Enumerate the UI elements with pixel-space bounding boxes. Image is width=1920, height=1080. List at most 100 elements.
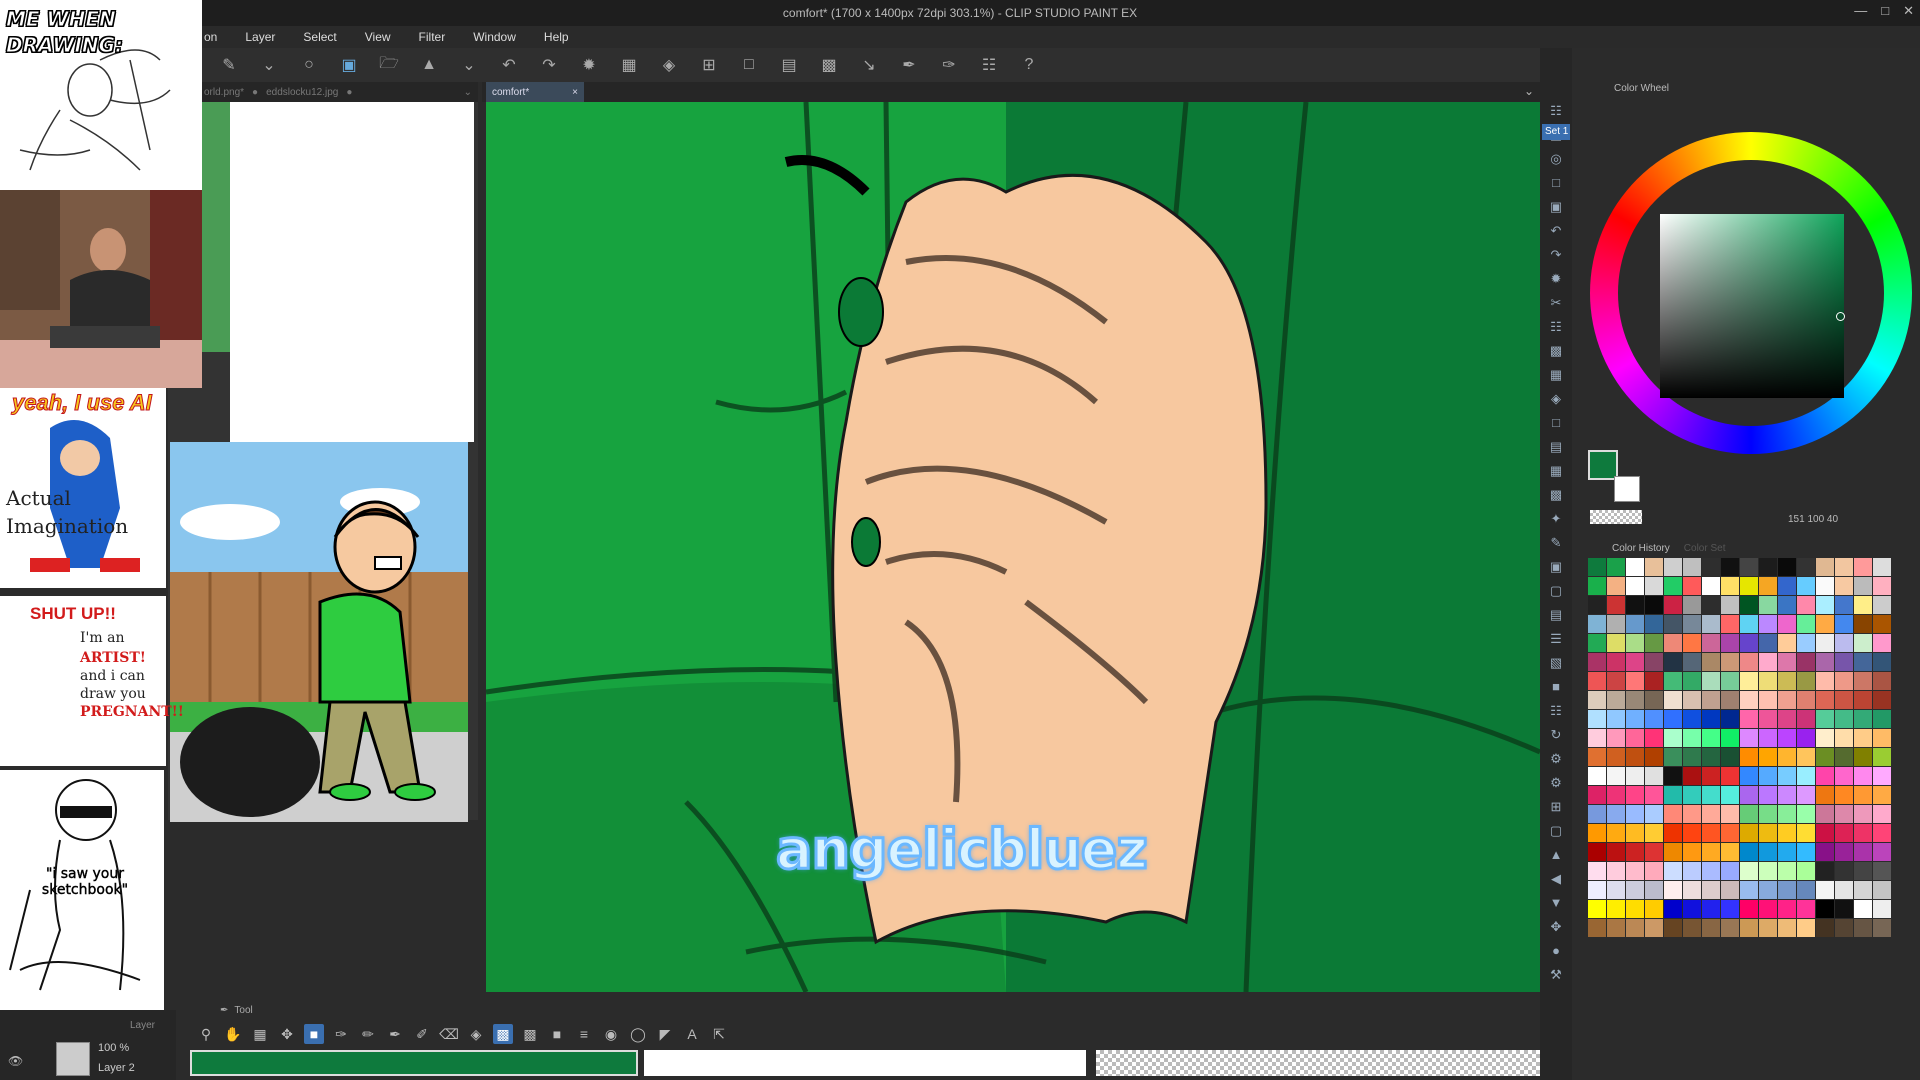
color-history-swatch[interactable]: [1835, 748, 1853, 766]
color-history-swatch[interactable]: [1721, 615, 1739, 633]
color-history-swatch[interactable]: [1816, 653, 1834, 671]
color-history-swatch[interactable]: [1664, 691, 1682, 709]
color-history-swatch[interactable]: [1854, 843, 1872, 861]
color-history-swatch[interactable]: [1835, 824, 1853, 842]
color-history-swatch[interactable]: [1683, 786, 1701, 804]
color-history-swatch[interactable]: [1664, 596, 1682, 614]
color-history-swatch[interactable]: [1626, 729, 1644, 747]
color-history-swatch[interactable]: [1854, 748, 1872, 766]
color-history-swatch[interactable]: [1873, 748, 1891, 766]
set-tab[interactable]: Set 1: [1542, 124, 1570, 140]
color-history-swatch[interactable]: [1683, 672, 1701, 690]
color-history-swatch[interactable]: [1607, 881, 1625, 899]
color-history-swatch[interactable]: [1759, 710, 1777, 728]
move-icon[interactable]: ✥: [277, 1024, 297, 1044]
tab-close-dot[interactable]: ●: [252, 87, 258, 98]
color-history-swatch[interactable]: [1873, 729, 1891, 747]
color-history-swatch[interactable]: [1721, 653, 1739, 671]
color-history-swatch[interactable]: [1797, 672, 1815, 690]
color-history-swatch[interactable]: [1816, 786, 1834, 804]
menu-view[interactable]: View: [351, 30, 405, 44]
color-history-swatch[interactable]: [1645, 577, 1663, 595]
color-history-swatch[interactable]: [1721, 596, 1739, 614]
color-history-swatch[interactable]: [1626, 710, 1644, 728]
color-history-swatch[interactable]: [1835, 596, 1853, 614]
color-history-swatch[interactable]: [1607, 672, 1625, 690]
edit-icon[interactable]: ✎: [1546, 534, 1566, 552]
fill-icon[interactable]: ◈: [466, 1024, 486, 1044]
color-history-swatch[interactable]: [1588, 805, 1606, 823]
color-history-swatch[interactable]: [1626, 786, 1644, 804]
tab-comfort[interactable]: comfort* ×: [486, 82, 584, 102]
color-history-swatch[interactable]: [1664, 748, 1682, 766]
color-history-swatch[interactable]: [1588, 786, 1606, 804]
color-history-swatch[interactable]: [1854, 786, 1872, 804]
color-history-swatch[interactable]: [1740, 900, 1758, 918]
color-history-swatch[interactable]: [1721, 862, 1739, 880]
color-history-swatch[interactable]: [1607, 596, 1625, 614]
color-history-swatch[interactable]: [1854, 862, 1872, 880]
color-history-swatch[interactable]: [1683, 824, 1701, 842]
color-history-swatch[interactable]: [1721, 786, 1739, 804]
color-history-swatch[interactable]: [1588, 900, 1606, 918]
color-history-swatch[interactable]: [1835, 691, 1853, 709]
circle-icon[interactable]: ●: [1546, 942, 1566, 960]
color-marker[interactable]: [1836, 312, 1845, 321]
color-history-swatch[interactable]: [1778, 805, 1796, 823]
palette-icon[interactable]: ☷: [1546, 102, 1566, 120]
color-history-swatch[interactable]: [1740, 615, 1758, 633]
color-history-swatch[interactable]: [1664, 862, 1682, 880]
airbrush-icon[interactable]: ✐: [412, 1024, 432, 1044]
color-history-swatch[interactable]: [1797, 653, 1815, 671]
color-history-swatch[interactable]: [1645, 748, 1663, 766]
color-history-swatch[interactable]: [1816, 691, 1834, 709]
color-history-swatch[interactable]: [1740, 729, 1758, 747]
color-history-swatch[interactable]: [1873, 577, 1891, 595]
color-history-swatch[interactable]: [1664, 634, 1682, 652]
layer-thumbnail[interactable]: [56, 1042, 90, 1076]
color-history-swatch[interactable]: [1607, 577, 1625, 595]
color-history-swatch[interactable]: [1702, 767, 1720, 785]
color-history-swatch[interactable]: [1835, 919, 1853, 937]
color-history-swatch[interactable]: [1626, 862, 1644, 880]
color-history-swatch[interactable]: [1854, 634, 1872, 652]
color-history-swatch[interactable]: [1797, 748, 1815, 766]
color-history-swatch[interactable]: [1626, 596, 1644, 614]
frame-icon[interactable]: ≡: [574, 1024, 594, 1044]
color-history-swatch[interactable]: [1759, 577, 1777, 595]
color-history-swatch[interactable]: [1645, 862, 1663, 880]
color-history-swatch[interactable]: [1588, 919, 1606, 937]
color-history-swatch[interactable]: [1854, 919, 1872, 937]
chevron-down-icon[interactable]: ⌄: [464, 87, 472, 98]
color-history-swatch[interactable]: [1607, 843, 1625, 861]
color-history-swatch[interactable]: [1759, 881, 1777, 899]
color-history-swatch[interactable]: [1645, 786, 1663, 804]
color-history-swatch[interactable]: [1816, 900, 1834, 918]
color-history-swatch[interactable]: [1835, 843, 1853, 861]
color-history-swatch[interactable]: [1873, 558, 1891, 576]
help-icon[interactable]: ?: [1012, 52, 1046, 78]
color-history-swatch[interactable]: [1835, 577, 1853, 595]
color-history-swatch[interactable]: [1626, 919, 1644, 937]
color-history-swatch[interactable]: [1607, 748, 1625, 766]
color-history-swatch[interactable]: [1607, 710, 1625, 728]
color-history-swatch[interactable]: [1873, 843, 1891, 861]
selection-fill-icon[interactable]: ▤: [772, 52, 806, 78]
color-history-swatch[interactable]: [1702, 634, 1720, 652]
color-history-swatch[interactable]: [1854, 900, 1872, 918]
color-history-swatch[interactable]: [1835, 558, 1853, 576]
layer-name[interactable]: Layer 2: [98, 1062, 135, 1074]
color-history-swatch[interactable]: [1607, 634, 1625, 652]
color-history-swatch[interactable]: [1588, 767, 1606, 785]
saturation-value-square[interactable]: [1660, 214, 1844, 398]
gear-icon[interactable]: ⚙: [1546, 750, 1566, 768]
color-history-swatch[interactable]: [1816, 862, 1834, 880]
color-history-swatch[interactable]: [1854, 691, 1872, 709]
window-icon[interactable]: □: [1546, 174, 1566, 192]
color-history-swatch[interactable]: [1740, 634, 1758, 652]
color-history-swatch[interactable]: [1816, 596, 1834, 614]
book-icon[interactable]: ☷: [972, 52, 1006, 78]
color-history-swatch[interactable]: [1816, 672, 1834, 690]
color-history-swatch[interactable]: [1664, 653, 1682, 671]
color-history-swatch[interactable]: [1626, 767, 1644, 785]
